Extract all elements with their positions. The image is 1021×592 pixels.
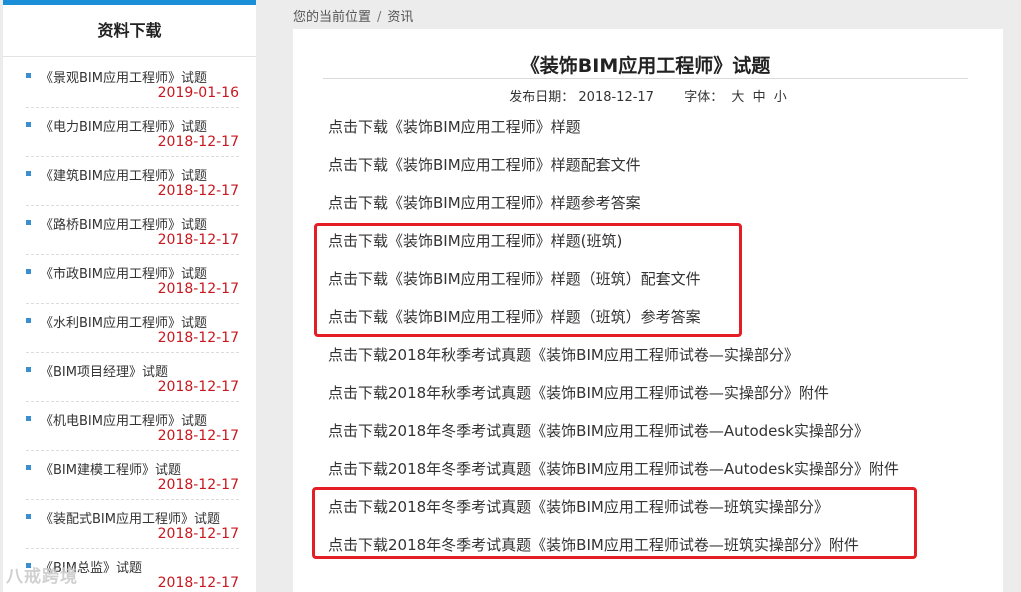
list-item[interactable]: 《市政BIM应用工程师》试题 2018-12-17 <box>26 255 239 304</box>
list-item-title[interactable]: 《BIM建模工程师》试题 <box>40 459 181 478</box>
list-item[interactable]: 《BIM建模工程师》试题 2018-12-17 <box>26 451 239 500</box>
list-item[interactable]: 《建筑BIM应用工程师》试题 2018-12-17 <box>26 157 239 206</box>
list-item-date: 2019-01-16 <box>157 85 239 101</box>
font-size-label: 字体： <box>684 90 724 105</box>
list-item-title[interactable]: 《市政BIM应用工程师》试题 <box>40 263 207 282</box>
highlight-box <box>312 487 917 559</box>
title-divider <box>323 78 968 79</box>
bullet-icon <box>26 220 31 225</box>
list-item[interactable]: 《机电BIM应用工程师》试题 2018-12-17 <box>26 402 239 451</box>
highlight-box <box>314 223 742 337</box>
breadcrumb-location: 您的当前位置 <box>293 10 372 25</box>
download-link[interactable]: 点击下载2018年秋季考试真题《装饰BIM应用工程师试卷—实操部分》 <box>328 343 899 381</box>
bullet-icon <box>26 73 31 78</box>
list-item-date: 2018-12-17 <box>157 232 239 248</box>
list-item-title[interactable]: 《电力BIM应用工程师》试题 <box>40 116 207 135</box>
list-item-date: 2018-12-17 <box>157 281 239 297</box>
list-item-title[interactable]: 《装配式BIM应用工程师》试题 <box>40 508 220 527</box>
list-item-date: 2018-12-17 <box>157 183 239 199</box>
page-title: 《装饰BIM应用工程师》试题 <box>520 55 771 77</box>
list-item-title[interactable]: 《景观BIM应用工程师》试题 <box>40 67 207 86</box>
list-item[interactable]: 《水利BIM应用工程师》试题 2018-12-17 <box>26 304 239 353</box>
date-label: 发布日期： <box>509 90 575 105</box>
download-link[interactable]: 点击下载《装饰BIM应用工程师》样题 <box>328 115 899 153</box>
list-item-date: 2018-12-17 <box>157 477 239 493</box>
list-item[interactable]: 《路桥BIM应用工程师》试题 2018-12-17 <box>26 206 239 255</box>
list-item-title[interactable]: 《机电BIM应用工程师》试题 <box>40 410 207 429</box>
list-item-date: 2018-12-17 <box>157 379 239 395</box>
publish-date: 2018-12-17 <box>578 90 654 105</box>
bullet-icon <box>26 318 31 323</box>
sidebar: 资料下载 《景观BIM应用工程师》试题 2019-01-16 《电力BIM应用工… <box>3 0 256 592</box>
bullet-icon <box>26 514 31 519</box>
list-item[interactable]: 《电力BIM应用工程师》试题 2018-12-17 <box>26 108 239 157</box>
bullet-icon <box>26 269 31 274</box>
download-link[interactable]: 点击下载2018年冬季考试真题《装饰BIM应用工程师试卷—Autodesk实操部… <box>328 419 899 457</box>
bullet-icon <box>26 367 31 372</box>
list-item-title[interactable]: 《BIM项目经理》试题 <box>40 361 168 380</box>
bullet-icon <box>26 416 31 421</box>
article-meta: 发布日期： 2018-12-17 字体： 大 中 小 <box>293 86 1003 105</box>
bullet-icon <box>26 171 31 176</box>
breadcrumb-current[interactable]: 资讯 <box>387 10 413 25</box>
font-medium-button[interactable]: 中 <box>753 90 766 105</box>
download-link[interactable]: 点击下载《装饰BIM应用工程师》样题配套文件 <box>328 153 899 191</box>
list-item[interactable]: 《装配式BIM应用工程师》试题 2018-12-17 <box>26 500 239 549</box>
list-item-date: 2018-12-17 <box>157 428 239 444</box>
list-item-date: 2018-12-17 <box>157 526 239 542</box>
list-item-date: 2018-12-17 <box>157 134 239 150</box>
download-link[interactable]: 点击下载2018年秋季考试真题《装饰BIM应用工程师试卷—实操部分》附件 <box>328 381 899 419</box>
list-item-title[interactable]: 《水利BIM应用工程师》试题 <box>40 312 207 331</box>
list-item-title[interactable]: 《路桥BIM应用工程师》试题 <box>40 214 207 233</box>
bullet-icon <box>26 122 31 127</box>
list-item-title[interactable]: 《建筑BIM应用工程师》试题 <box>40 165 207 184</box>
list-item-date: 2018-12-17 <box>157 330 239 346</box>
breadcrumb-separator: / <box>377 10 382 25</box>
font-small-button[interactable]: 小 <box>774 90 787 105</box>
sidebar-list: 《景观BIM应用工程师》试题 2019-01-16 《电力BIM应用工程师》试题… <box>3 59 256 592</box>
list-item-date: 2018-12-17 <box>157 575 239 591</box>
list-item[interactable]: 《BIM项目经理》试题 2018-12-17 <box>26 353 239 402</box>
list-item[interactable]: 《景观BIM应用工程师》试题 2019-01-16 <box>26 59 239 108</box>
bullet-icon <box>26 465 31 470</box>
watermark-logo: 八戒跨境 <box>6 567 78 587</box>
breadcrumb: 您的当前位置 / 资讯 <box>293 6 413 25</box>
font-large-button[interactable]: 大 <box>731 90 744 105</box>
sidebar-title: 资料下载 <box>3 5 256 57</box>
